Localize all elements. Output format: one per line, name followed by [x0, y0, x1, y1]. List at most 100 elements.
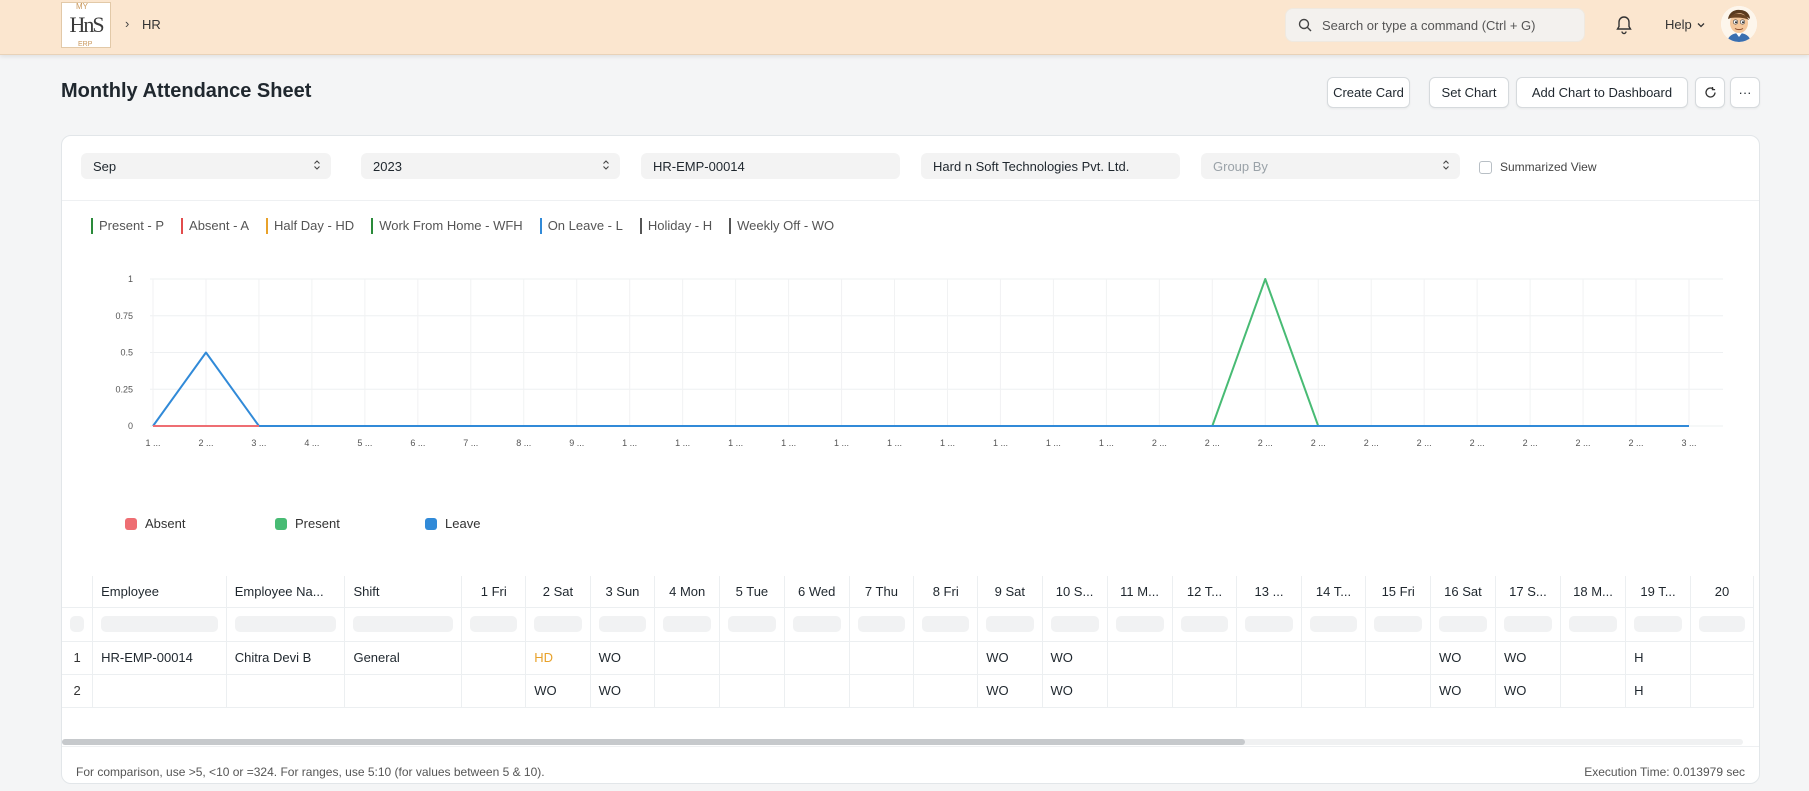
column-filter-input[interactable] — [1115, 616, 1164, 632]
table-cell[interactable]: HR-EMP-00014 — [92, 641, 227, 675]
table-cell[interactable] — [1365, 674, 1431, 708]
column-filter-cell[interactable] — [1690, 607, 1754, 642]
column-header[interactable]: 9 Sat — [977, 576, 1043, 608]
column-filter-cell[interactable] — [1560, 607, 1627, 642]
table-cell[interactable]: WO — [525, 674, 591, 708]
table-cell[interactable] — [1560, 641, 1627, 675]
table-cell[interactable]: H — [1625, 641, 1691, 675]
column-header[interactable]: Employee — [92, 576, 227, 608]
chart-legend-absent[interactable]: Absent — [125, 516, 275, 531]
column-header[interactable]: 18 M... — [1560, 576, 1627, 608]
column-filter-input[interactable] — [1180, 616, 1229, 632]
table-cell[interactable] — [1365, 641, 1431, 675]
column-header[interactable]: 7 Thu — [849, 576, 915, 608]
column-filter-cell[interactable] — [344, 607, 463, 642]
app-logo[interactable]: MY HnS ERP — [61, 2, 111, 48]
column-filter-input[interactable] — [663, 616, 712, 632]
column-filter-input[interactable] — [1503, 616, 1552, 632]
horizontal-scrollbar[interactable] — [62, 739, 1743, 745]
table-cell[interactable] — [719, 641, 785, 675]
column-filter-cell[interactable] — [913, 607, 979, 642]
column-filter-cell[interactable] — [62, 607, 94, 642]
table-cell[interactable]: WO — [1042, 674, 1108, 708]
create-card-button[interactable]: Create Card — [1327, 77, 1410, 108]
column-filter-input[interactable] — [101, 616, 218, 632]
table-cell[interactable] — [1107, 674, 1173, 708]
summarized-view-checkbox[interactable]: Summarized View — [1479, 160, 1596, 174]
table-cell[interactable]: General — [344, 641, 463, 675]
column-filter-input[interactable] — [1568, 616, 1618, 632]
column-filter-input[interactable] — [1245, 616, 1293, 632]
column-filter-input[interactable] — [922, 616, 970, 632]
column-filter-input[interactable] — [792, 616, 841, 632]
table-row[interactable]: 2 WO WO WO WO WO WO H — [62, 674, 1754, 708]
breadcrumb-hr[interactable]: HR — [142, 17, 161, 32]
table-cell[interactable]: WO — [977, 641, 1043, 675]
scrollbar-thumb[interactable] — [62, 739, 1245, 745]
column-filter-cell[interactable] — [226, 607, 346, 642]
table-cell[interactable] — [1172, 674, 1238, 708]
column-filter-input[interactable] — [728, 616, 776, 632]
column-header[interactable]: 6 Wed — [784, 576, 850, 608]
column-filter-cell[interactable] — [1236, 607, 1302, 642]
checkbox-box[interactable] — [1479, 160, 1492, 174]
table-cell[interactable]: WO — [1495, 641, 1561, 675]
table-cell[interactable] — [461, 674, 527, 708]
column-filter-input[interactable] — [1050, 616, 1099, 632]
table-cell[interactable]: WO — [1495, 674, 1561, 708]
refresh-button[interactable] — [1695, 77, 1725, 108]
column-filter-input[interactable] — [598, 616, 647, 632]
column-filter-cell[interactable] — [1042, 607, 1108, 642]
more-options-button[interactable]: ··· — [1730, 77, 1760, 108]
month-select[interactable]: Sep — [81, 153, 331, 179]
help-dropdown[interactable]: Help — [1665, 17, 1706, 32]
column-header[interactable]: 19 T... — [1625, 576, 1691, 608]
column-filter-input[interactable] — [1374, 616, 1422, 632]
table-cell[interactable] — [654, 674, 721, 708]
column-filter-cell[interactable] — [1495, 607, 1561, 642]
table-cell[interactable] — [1236, 641, 1302, 675]
table-cell[interactable] — [654, 641, 721, 675]
user-avatar[interactable] — [1721, 6, 1757, 42]
search-bar[interactable] — [1285, 8, 1585, 42]
table-cell[interactable] — [1107, 641, 1173, 675]
table-cell[interactable] — [344, 674, 463, 708]
table-cell[interactable] — [1560, 674, 1627, 708]
column-header[interactable]: 20 — [1690, 576, 1754, 608]
column-filter-cell[interactable] — [461, 607, 527, 642]
column-header[interactable]: 11 M... — [1107, 576, 1173, 608]
column-header[interactable]: Shift — [344, 576, 463, 608]
table-cell[interactable] — [913, 674, 979, 708]
table-cell[interactable] — [1236, 674, 1302, 708]
table-cell[interactable]: WO — [590, 641, 656, 675]
column-header[interactable]: 12 T... — [1172, 576, 1238, 608]
column-filter-cell[interactable] — [784, 607, 850, 642]
table-cell[interactable] — [849, 641, 915, 675]
column-header[interactable]: 15 Fri — [1365, 576, 1431, 608]
chart-legend-present[interactable]: Present — [275, 516, 425, 531]
employee-filter[interactable]: HR-EMP-00014 — [641, 153, 900, 179]
table-cell[interactable]: WO — [1430, 641, 1496, 675]
column-header[interactable]: 1 Fri — [461, 576, 527, 608]
table-cell[interactable] — [719, 674, 785, 708]
column-header[interactable]: 5 Tue — [719, 576, 785, 608]
column-filter-cell[interactable] — [1172, 607, 1238, 642]
table-cell[interactable] — [1172, 641, 1238, 675]
column-filter-input[interactable] — [353, 616, 454, 632]
column-filter-cell[interactable] — [590, 607, 656, 642]
column-header[interactable]: 4 Mon — [654, 576, 721, 608]
table-cell[interactable] — [1301, 674, 1367, 708]
column-filter-input[interactable] — [234, 616, 337, 632]
column-filter-cell[interactable] — [1365, 607, 1431, 642]
column-header[interactable]: 16 Sat — [1430, 576, 1496, 608]
column-filter-cell[interactable] — [977, 607, 1043, 642]
column-filter-cell[interactable] — [849, 607, 915, 642]
table-cell[interactable] — [849, 674, 915, 708]
table-cell[interactable] — [226, 674, 346, 708]
table-cell[interactable]: HD — [525, 641, 591, 675]
table-cell[interactable] — [92, 674, 227, 708]
company-filter[interactable]: Hard n Soft Technologies Pvt. Ltd. — [921, 153, 1180, 179]
table-cell[interactable] — [461, 641, 527, 675]
group-by-select[interactable]: Group By — [1201, 153, 1460, 179]
column-filter-input[interactable] — [1698, 616, 1745, 632]
